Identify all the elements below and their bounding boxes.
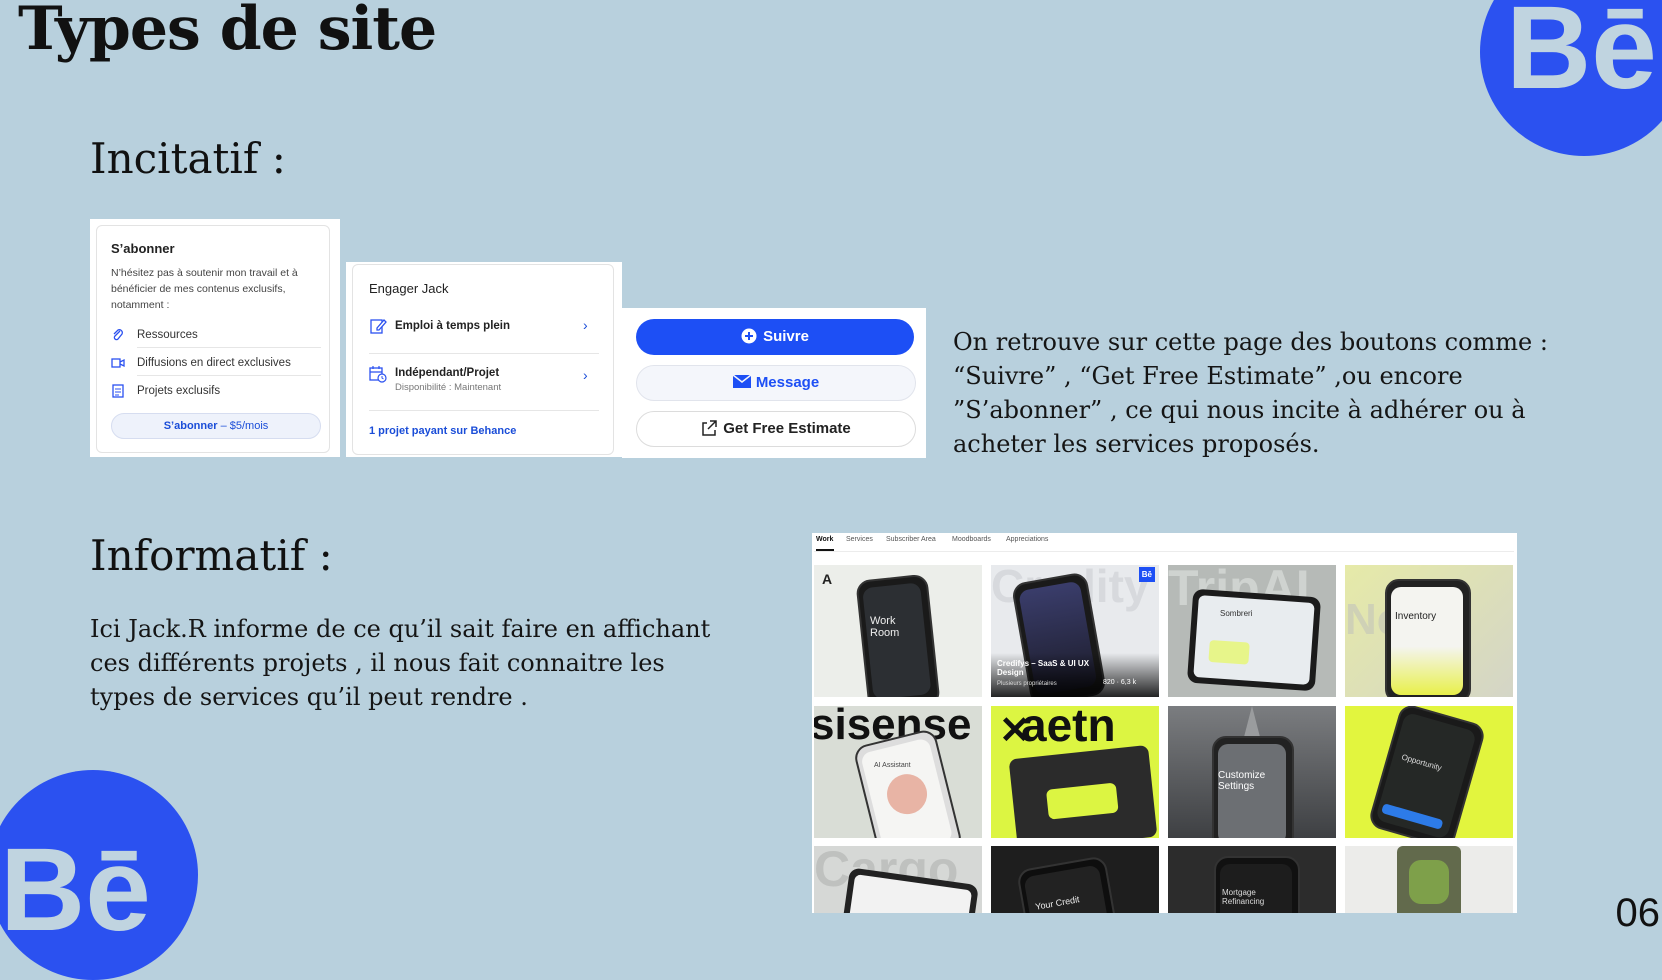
- svg-text:Bē: Bē: [0, 824, 151, 956]
- tab-work[interactable]: Work: [816, 536, 833, 543]
- envelope-icon: [732, 374, 752, 388]
- hire-card: Engager Jack Emploi à temps plein › Indé…: [346, 262, 622, 457]
- behance-logo-bottom: Bē: [0, 770, 198, 980]
- hire-option-freelance[interactable]: Indépendant/Projet Disponibilité : Maint…: [353, 357, 613, 401]
- subscribe-button[interactable]: S’abonner – $5/mois: [111, 413, 321, 439]
- project-tile[interactable]: Cargo: [814, 846, 982, 913]
- estimate-button-label: Get Free Estimate: [723, 420, 851, 437]
- chevron-right-icon: ›: [583, 317, 588, 333]
- plus-circle-icon: [741, 328, 757, 344]
- page-number: 06: [1615, 891, 1661, 935]
- subscribe-item-projects: Projets exclusifs: [137, 385, 221, 397]
- hire-option-freelance-label: Indépendant/Projet: [395, 367, 500, 379]
- project-tile[interactable]: TripAI Sombreri: [1168, 565, 1336, 697]
- action-buttons-panel: Suivre Message Get Free Estimate: [622, 308, 926, 458]
- subscribe-item-resources: Ressources: [137, 329, 198, 341]
- behance-logo-top: Bē: [1480, 0, 1662, 156]
- project-tile[interactable]: [1345, 846, 1513, 913]
- subscribe-button-price: – $5/mois: [220, 420, 269, 432]
- subscribe-item-live: Diffusions en direct exclusives: [137, 357, 291, 369]
- video-icon: [111, 358, 125, 368]
- portfolio-gallery: Work Services Subscriber Area Moodboards…: [812, 533, 1517, 913]
- tab-subscriber-area[interactable]: Subscriber Area: [886, 536, 936, 543]
- project-tile[interactable]: Ne ite Inventory: [1345, 565, 1513, 697]
- gallery-tabs: Work Services Subscriber Area Moodboards…: [814, 533, 1514, 552]
- svg-text:Bē: Bē: [1506, 0, 1657, 114]
- subscribe-title: S’abonner: [111, 241, 175, 256]
- follow-button-label: Suivre: [763, 328, 809, 345]
- chevron-right-icon: ›: [583, 367, 588, 383]
- share-icon: [702, 420, 717, 436]
- tab-appreciations[interactable]: Appreciations: [1006, 536, 1048, 543]
- project-tile[interactable]: sisense AI Assistant: [814, 706, 982, 838]
- subscribe-button-label: S’abonner: [163, 420, 218, 432]
- project-tile[interactable]: Customize Settings: [1168, 706, 1336, 838]
- project-tile[interactable]: aetn ✕: [991, 706, 1159, 838]
- hire-title: Engager Jack: [369, 281, 449, 296]
- project-tile[interactable]: A Work Room: [814, 565, 982, 697]
- incitatif-heading: Incitatif :: [90, 134, 286, 183]
- calendar-clock-icon: [369, 366, 387, 383]
- incitatif-description: On retrouve sur cette page des boutons c…: [953, 328, 1548, 458]
- message-button[interactable]: Message: [636, 365, 916, 401]
- hire-option-fulltime-label: Emploi à temps plein: [395, 320, 511, 332]
- paid-project-link[interactable]: 1 projet payant sur Behance: [369, 425, 516, 437]
- tab-services[interactable]: Services: [846, 536, 873, 543]
- message-button-label: Message: [755, 374, 820, 391]
- project-tile[interactable]: Mortgage Refinancing: [1168, 846, 1336, 913]
- informatif-heading: Informatif :: [90, 531, 333, 580]
- subscribe-text: N’hésitez pas à soutenir mon travail et …: [111, 267, 298, 311]
- follow-button[interactable]: Suivre: [636, 319, 914, 355]
- document-icon: [112, 384, 124, 398]
- x-logo-icon: ✕: [999, 710, 1031, 752]
- subscribe-card: S’abonner N’hésitez pas à soutenir mon t…: [90, 219, 340, 457]
- informatif-description: Ici Jack.R informe de ce qu’il sait fair…: [90, 615, 711, 711]
- project-tile[interactable]: Credity Bē Credifys – SaaS & UI UX Desig…: [991, 565, 1159, 697]
- estimate-button[interactable]: Get Free Estimate: [636, 411, 916, 447]
- tab-moodboards[interactable]: Moodboards: [952, 536, 991, 543]
- pencil-icon: [370, 319, 387, 334]
- paperclip-icon: [113, 329, 123, 341]
- hire-option-freelance-sub: Disponibilité : Maintenant: [395, 382, 502, 393]
- page-title: Types de site: [18, 0, 437, 64]
- hire-option-fulltime[interactable]: Emploi à temps plein ›: [353, 307, 613, 347]
- project-tile[interactable]: Your Credit: [991, 846, 1159, 913]
- project-tile[interactable]: Opportunity: [1345, 706, 1513, 838]
